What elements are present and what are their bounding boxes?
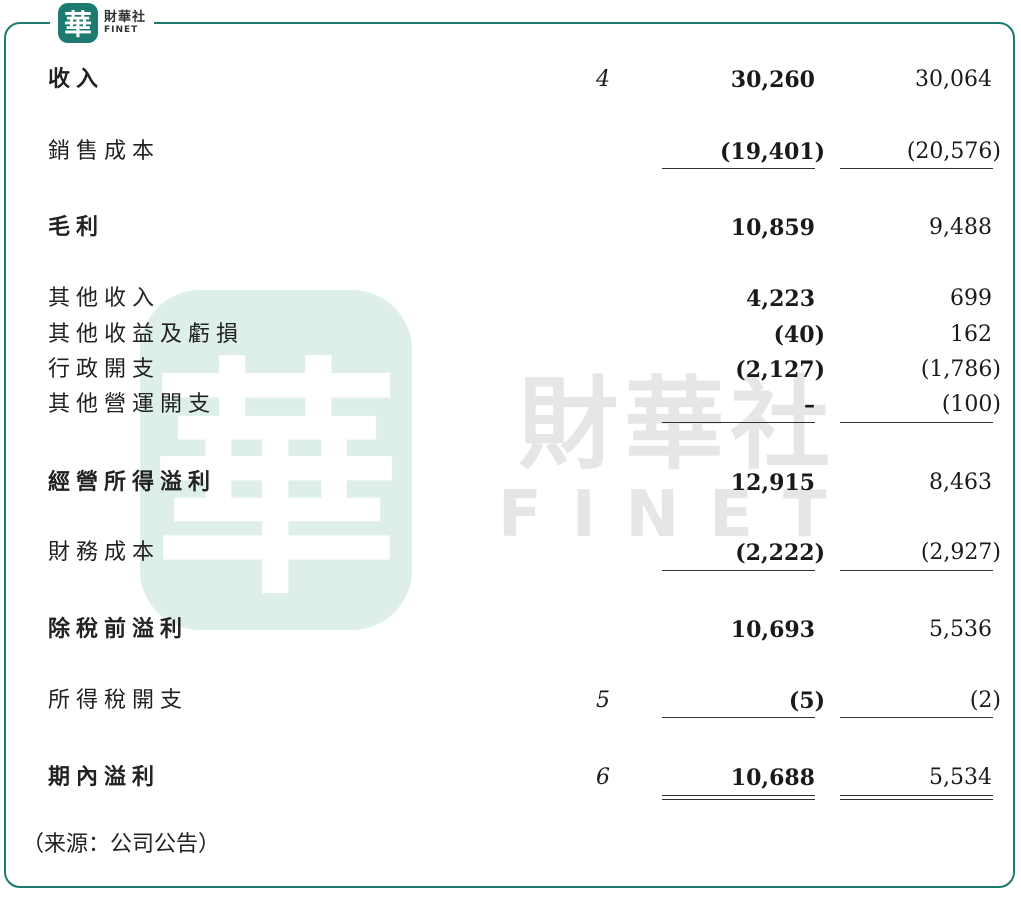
source-note: （来源：公司公告） (22, 832, 221, 857)
row-label: 其他營運開支 (48, 392, 217, 417)
row-current-value: 4,223 (746, 286, 815, 312)
row-label: 其他收益及虧損 (48, 322, 245, 347)
logo-name-zh: 財華社 (104, 10, 147, 25)
table-row: 所得稅開支 5 (5) (2) (0, 683, 1021, 719)
total-double-rule (662, 795, 815, 800)
subtotal-rule (840, 717, 993, 718)
row-label: 銷售成本 (48, 139, 161, 164)
subtotal-rule (662, 570, 815, 571)
row-prior-value: 9,488 (929, 215, 992, 240)
row-label: 期內溢利 (48, 765, 161, 790)
row-label: 毛利 (48, 215, 105, 240)
row-note: 4 (596, 67, 610, 92)
row-prior-value: (2,927) (920, 540, 1001, 565)
row-current-value: (19,401) (719, 139, 825, 165)
row-prior-value: (1,786) (920, 357, 1001, 382)
row-current-value: (2,222) (735, 540, 825, 566)
logo-seal-icon: 華 (58, 3, 98, 43)
row-label: 其他收入 (48, 286, 161, 311)
row-prior-value: 8,463 (929, 470, 992, 495)
row-prior-value: 5,536 (929, 617, 992, 642)
row-current-value: 10,859 (730, 215, 815, 241)
table-row: 財務成本 (2,222) (2,927) (0, 535, 1021, 571)
subtotal-rule (662, 717, 815, 718)
table-row: 期內溢利 6 10,688 5,534 (0, 760, 1021, 796)
subtotal-rule (840, 422, 993, 423)
table-row: 除稅前溢利 10,693 5,536 (0, 612, 1021, 648)
row-label: 行政開支 (48, 357, 161, 382)
row-label: 收入 (48, 67, 105, 92)
row-current-value: 12,915 (730, 470, 815, 496)
table-row: 毛利 10,859 9,488 (0, 210, 1021, 246)
row-prior-value: 30,064 (915, 67, 992, 92)
row-note: 6 (596, 765, 610, 790)
row-prior-value: 162 (950, 322, 992, 347)
table-row: 其他營運開支 – (100) (0, 387, 1021, 423)
table-row: 其他收益及虧損 (40) 162 (0, 317, 1021, 353)
table-row: 經營所得溢利 12,915 8,463 (0, 465, 1021, 501)
row-prior-value: 5,534 (929, 765, 992, 790)
row-current-value: (2,127) (735, 357, 825, 383)
subtotal-rule (840, 570, 993, 571)
table-row: 行政開支 (2,127) (1,786) (0, 352, 1021, 388)
subtotal-rule (840, 168, 993, 169)
table-row: 銷售成本 (19,401) (20,576) (0, 134, 1021, 170)
row-label: 所得稅開支 (48, 688, 189, 713)
subtotal-rule (662, 168, 815, 169)
row-current-value: (40) (773, 322, 825, 348)
row-prior-value: 699 (950, 286, 992, 311)
total-double-rule (840, 795, 993, 800)
row-prior-value: (2) (969, 688, 1001, 713)
row-current-value: 30,260 (730, 67, 815, 93)
row-current-value: (5) (788, 688, 825, 714)
row-label: 財務成本 (48, 540, 161, 565)
row-label: 經營所得溢利 (48, 470, 217, 495)
logo-text: 財華社 FINET (104, 11, 146, 35)
brand-logo: 華 財華社 FINET (50, 0, 155, 46)
logo-name-en: FINET (104, 25, 139, 35)
row-current-value: 10,693 (730, 617, 815, 643)
table-row: 收入 4 30,260 30,064 (0, 62, 1021, 98)
row-prior-value: (20,576) (906, 139, 1001, 164)
row-label: 除稅前溢利 (48, 617, 189, 642)
row-note: 5 (596, 688, 610, 713)
table-row: 其他收入 4,223 699 (0, 281, 1021, 317)
row-current-value: – (804, 392, 815, 418)
row-prior-value: (100) (941, 392, 1001, 417)
row-current-value: 10,688 (730, 765, 815, 791)
subtotal-rule (662, 422, 815, 423)
